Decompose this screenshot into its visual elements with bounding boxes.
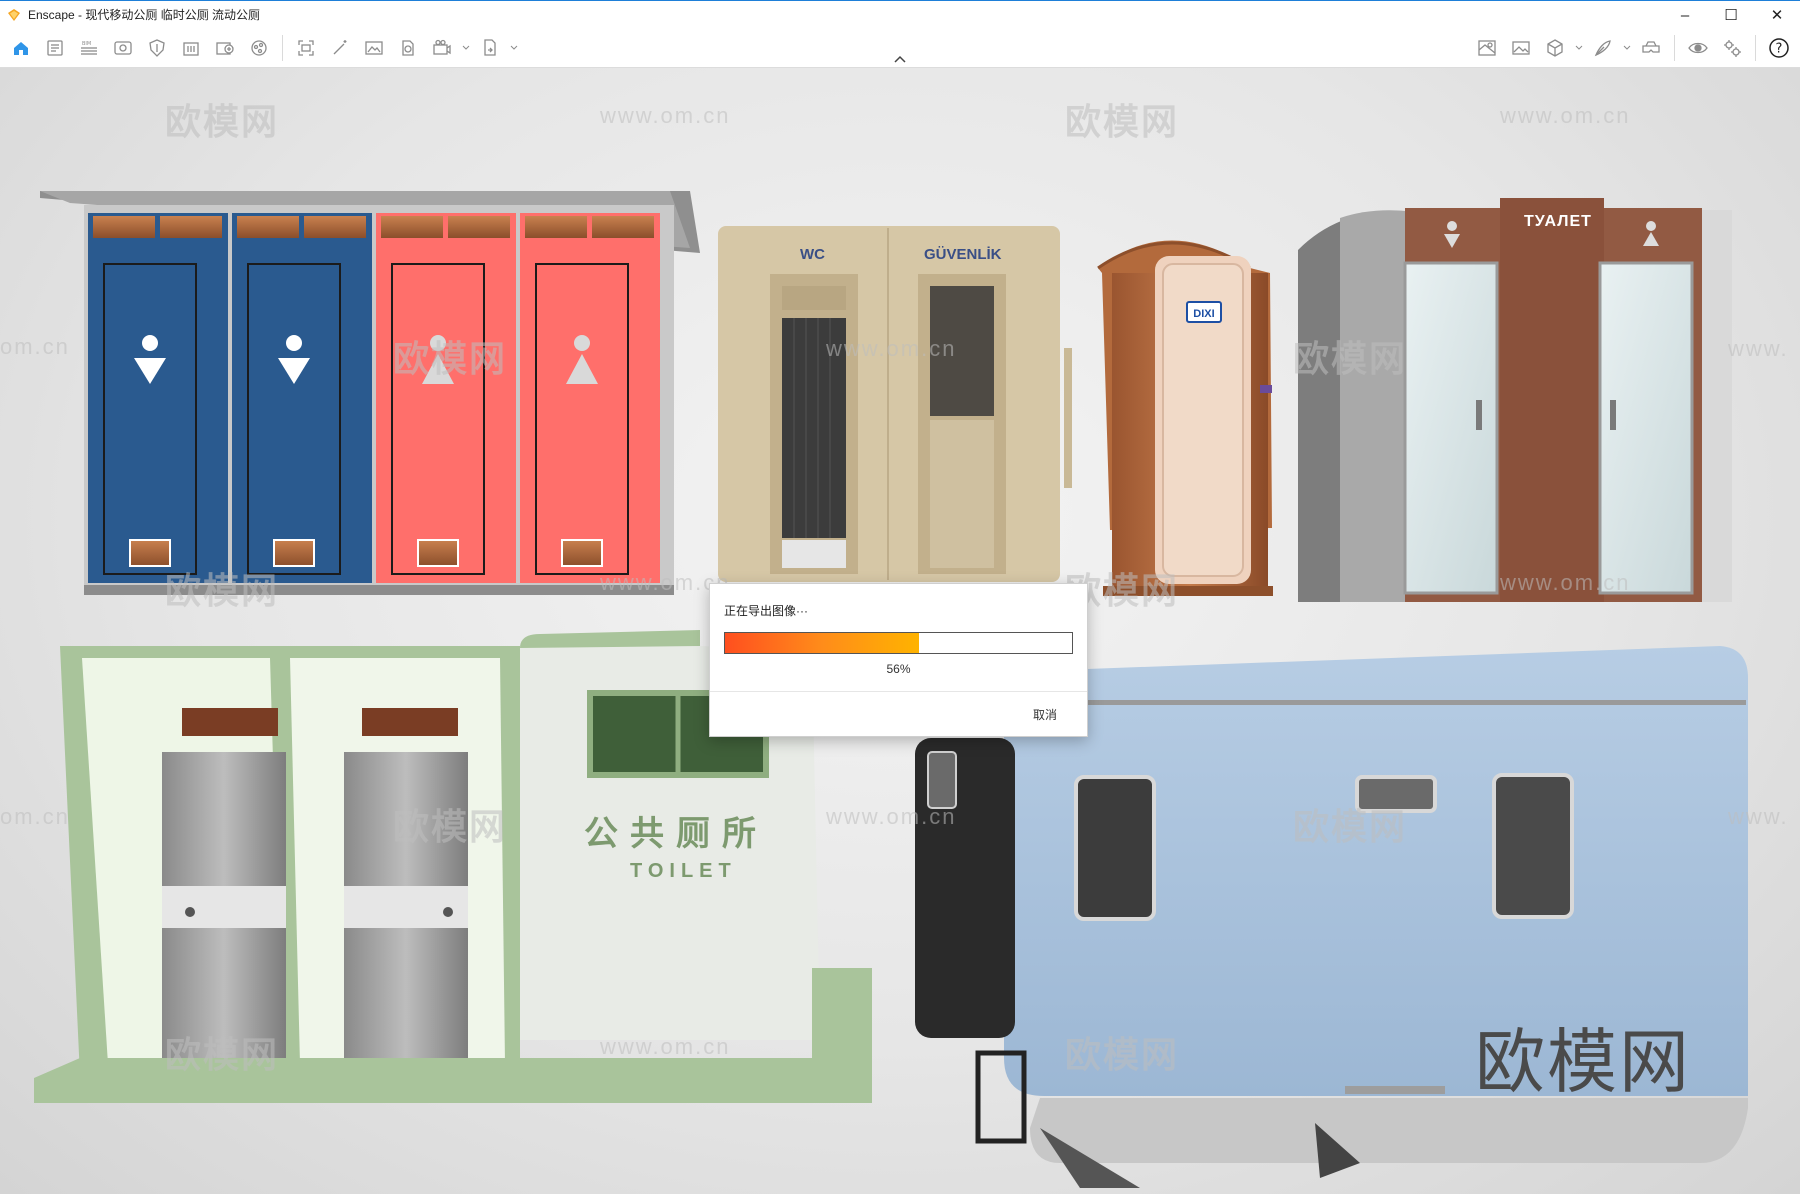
wand-icon[interactable] bbox=[323, 32, 357, 64]
watermark-brand: 欧模网 bbox=[165, 570, 280, 611]
watermark-url: www.om.cn bbox=[600, 1034, 731, 1059]
toilet-block-four-door bbox=[40, 191, 700, 595]
toolbar-separator bbox=[1674, 35, 1675, 61]
panorama-icon[interactable] bbox=[391, 32, 425, 64]
export-icon[interactable] bbox=[473, 32, 507, 64]
enscape-logo-icon bbox=[6, 7, 22, 23]
help-icon[interactable]: ? bbox=[1762, 32, 1796, 64]
watermark-url-edge: om.cn bbox=[0, 334, 70, 359]
watermark-url: www.om.cn bbox=[1500, 103, 1631, 128]
sign-wc: WC bbox=[800, 246, 825, 263]
watermark-url: www.om.cn bbox=[826, 804, 957, 829]
chevron-up-icon[interactable] bbox=[890, 52, 910, 66]
home-icon[interactable] bbox=[4, 32, 38, 64]
sign-public-toilet-cn: 公共厕所 bbox=[584, 814, 768, 854]
export-progress-percent: 56% bbox=[886, 662, 911, 676]
cancel-button[interactable]: 取消 bbox=[1033, 706, 1057, 723]
watermark-brand-large: 欧模网 bbox=[1475, 1023, 1691, 1101]
eye-icon[interactable] bbox=[1681, 32, 1715, 64]
export-message: 正在导出图像··· bbox=[724, 604, 808, 618]
sign-guvenlik: GÜVENLİK bbox=[924, 246, 1002, 263]
vr-icon[interactable] bbox=[1634, 32, 1668, 64]
map-icon[interactable] bbox=[1470, 32, 1504, 64]
watermark-url: www.om.cn bbox=[826, 336, 957, 361]
video-icon[interactable] bbox=[425, 32, 459, 64]
dialog-divider bbox=[710, 691, 1087, 692]
watermark-url-edge-right: www. bbox=[1728, 336, 1789, 361]
feather-icon[interactable] bbox=[1586, 32, 1620, 64]
watermark-url-edge-right: www. bbox=[1728, 804, 1789, 829]
title-bar: Enscape - 现代移动公厕 临时公厕 流动公厕 – ☐ ✕ bbox=[0, 0, 1800, 28]
watermark-url-edge: om.cn bbox=[0, 804, 70, 829]
watermark-brand: 欧模网 bbox=[165, 101, 280, 142]
sign-tualet: ТУАЛЕТ bbox=[1524, 213, 1592, 230]
sphere-icon[interactable] bbox=[242, 32, 276, 64]
watermark-brand: 欧模网 bbox=[1293, 338, 1408, 379]
chevron-down-icon[interactable] bbox=[459, 32, 473, 64]
watermark-brand: 欧模网 bbox=[1293, 806, 1408, 847]
minimize-button[interactable]: – bbox=[1662, 1, 1708, 29]
chevron-down-icon[interactable] bbox=[1572, 32, 1586, 64]
tualet-block bbox=[1298, 198, 1732, 603]
toolbar-separator bbox=[1755, 35, 1756, 61]
building-icon[interactable] bbox=[174, 32, 208, 64]
toolbar-separator bbox=[282, 35, 283, 61]
watermark-url: www.om.cn bbox=[600, 103, 731, 128]
chevron-down-icon[interactable] bbox=[1620, 32, 1634, 64]
export-progress-bar bbox=[724, 632, 1073, 654]
shield-icon[interactable] bbox=[140, 32, 174, 64]
help-label: ? bbox=[1776, 42, 1783, 57]
watermark-brand: 欧模网 bbox=[165, 1034, 280, 1075]
settings-icon[interactable] bbox=[1715, 32, 1749, 64]
capture-icon[interactable] bbox=[289, 32, 323, 64]
beige-cabin bbox=[718, 226, 1072, 582]
window-title: Enscape - 现代移动公厕 临时公厕 流动公厕 bbox=[28, 8, 261, 22]
watermark-url: www.om.cn bbox=[1500, 570, 1631, 595]
svg-text:BIM: BIM bbox=[82, 41, 91, 47]
cube-icon[interactable] bbox=[1538, 32, 1572, 64]
sign-dixi: DIXI bbox=[1186, 301, 1222, 323]
toolbar-left-group: BIM bbox=[4, 28, 521, 68]
export-progress-fill bbox=[725, 633, 920, 653]
maximize-button[interactable]: ☐ bbox=[1708, 1, 1754, 29]
gallery-icon[interactable] bbox=[1504, 32, 1538, 64]
bim-icon[interactable]: BIM bbox=[72, 32, 106, 64]
export-progress-dialog: 正在导出图像··· 56% 取消 bbox=[709, 583, 1088, 737]
asset-icon[interactable] bbox=[208, 32, 242, 64]
watermark-brand: 欧模网 bbox=[1065, 1034, 1180, 1075]
view-icon[interactable] bbox=[106, 32, 140, 64]
document-icon[interactable] bbox=[38, 32, 72, 64]
watermark-brand: 欧模网 bbox=[1065, 101, 1180, 142]
render-viewport[interactable]: WC GÜVENLİK DIXI ТУАЛЕТ 公共厕所 TOILET 欧模网 … bbox=[0, 68, 1800, 1194]
sign-toilet: TOILET bbox=[630, 860, 737, 882]
watermark-brand: 欧模网 bbox=[393, 806, 508, 847]
toolbar-right-group: ? bbox=[1470, 28, 1796, 68]
chevron-down-icon[interactable] bbox=[507, 32, 521, 64]
watermark-brand: 欧模网 bbox=[393, 338, 508, 379]
dixi-booth bbox=[1097, 240, 1273, 596]
image-icon[interactable] bbox=[357, 32, 391, 64]
window-controls: – ☐ ✕ bbox=[1662, 1, 1800, 29]
close-button[interactable]: ✕ bbox=[1754, 1, 1800, 29]
